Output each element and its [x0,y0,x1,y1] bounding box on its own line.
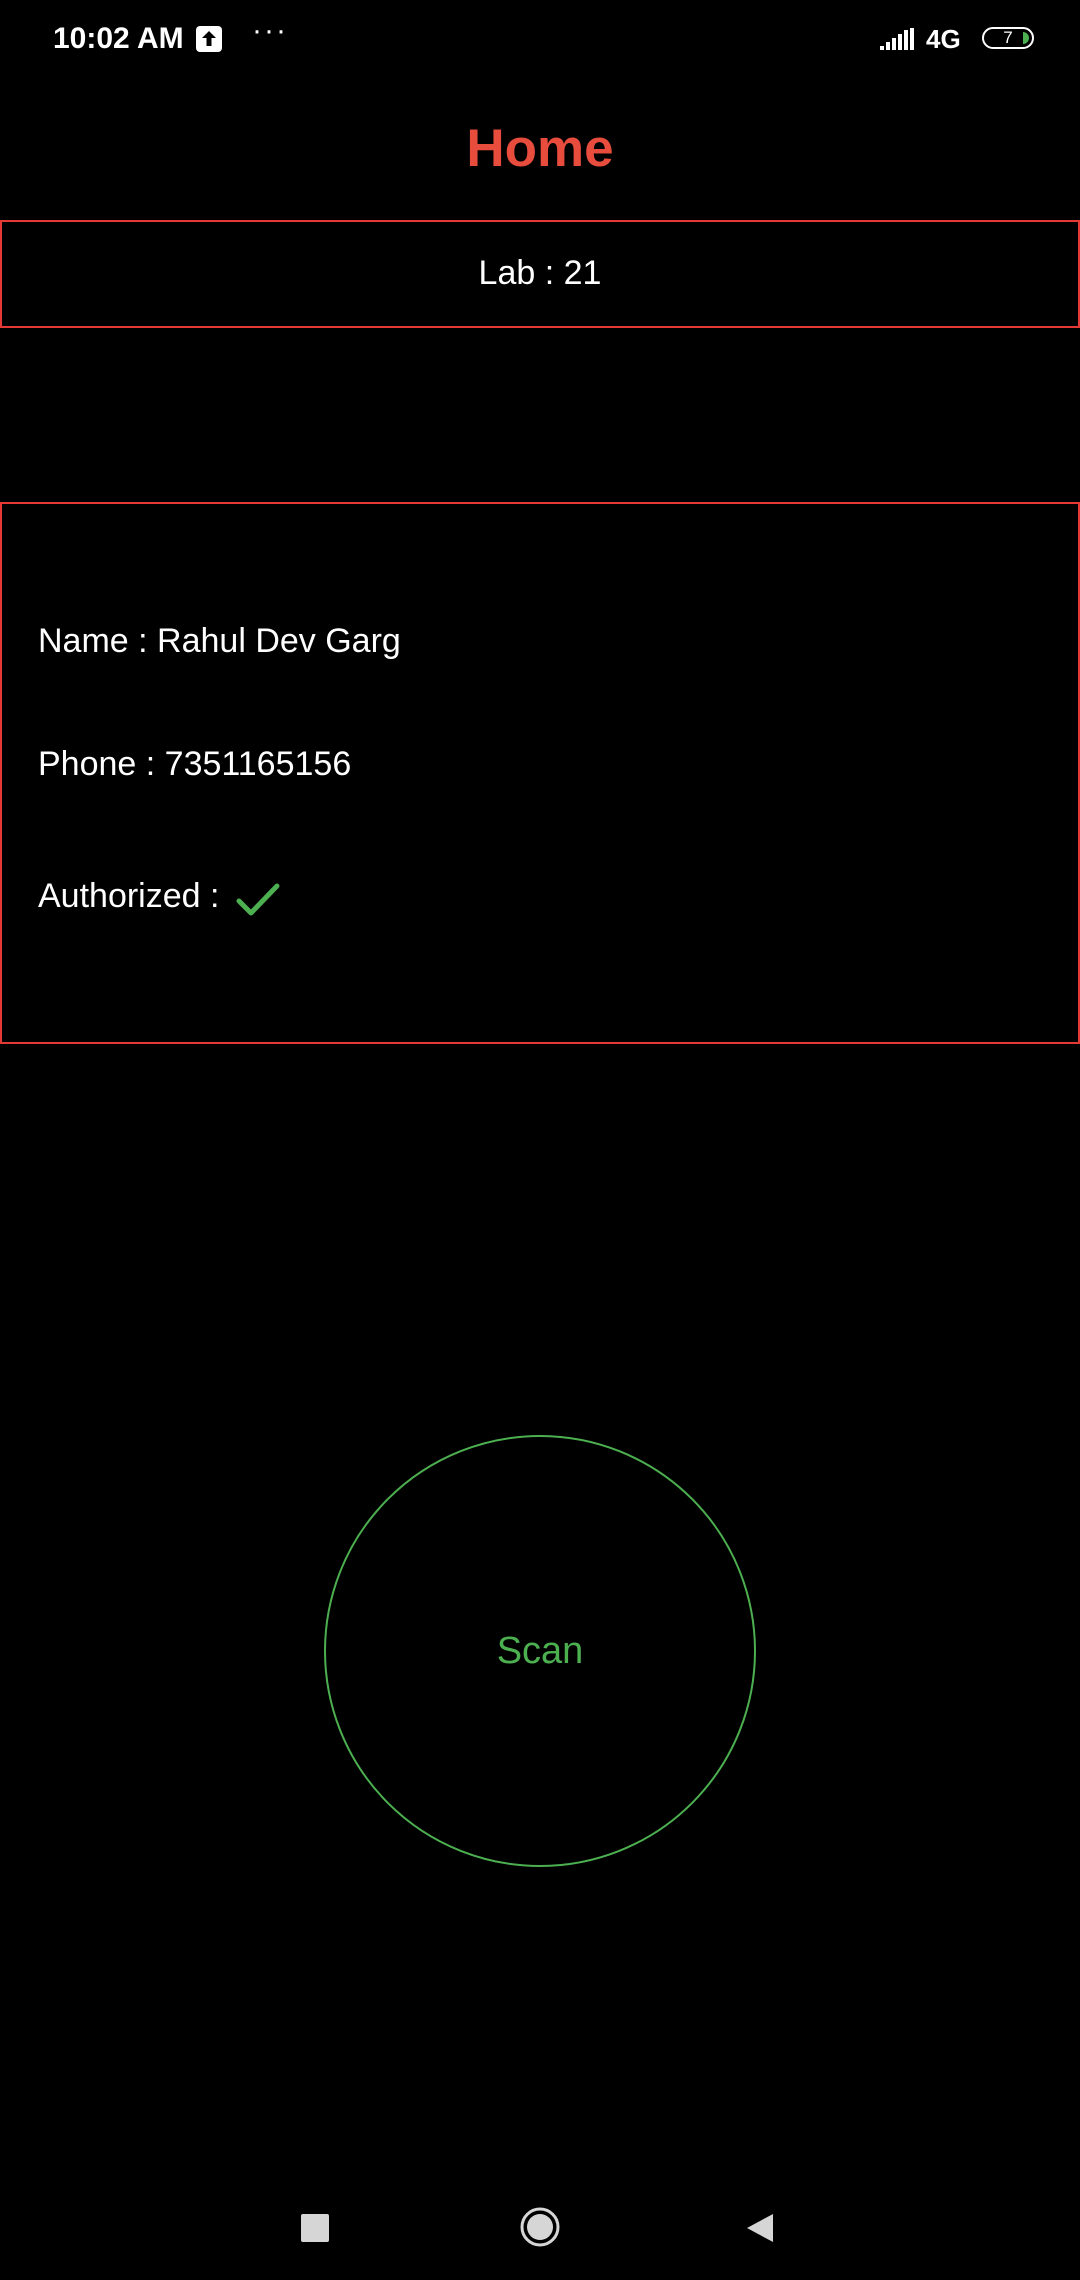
status-time: 10:02 AM [53,22,184,55]
lab-label: Lab : 21 [478,254,602,292]
battery-icon: 7 [982,27,1034,49]
user-phone: Phone : 7351165156 [38,745,352,783]
check-icon [236,882,280,923]
page-title: Home [466,119,614,178]
lab-box: Lab : 21 [0,220,1080,328]
network-type: 4G [926,24,961,54]
scan-label: Scan [496,1629,584,1672]
more-dots-icon: ··· [252,14,288,47]
circle-home-icon[interactable] [519,2206,561,2253]
navigation-bar [0,2180,1080,2280]
user-info-card: Name : Rahul Dev Garg Phone : 7351165156… [0,502,1080,1044]
square-recents-icon[interactable] [301,2214,329,2242]
upload-arrow-icon [196,26,222,52]
signal-strength-icon [880,28,916,57]
status-bar: 10:02 AM ··· 4G 7 [0,0,1080,80]
user-name: Name : Rahul Dev Garg [38,622,401,660]
authorized-label: Authorized : [38,877,220,915]
scan-button[interactable]: Scan [324,1435,756,1867]
triangle-back-icon[interactable] [745,2212,775,2249]
